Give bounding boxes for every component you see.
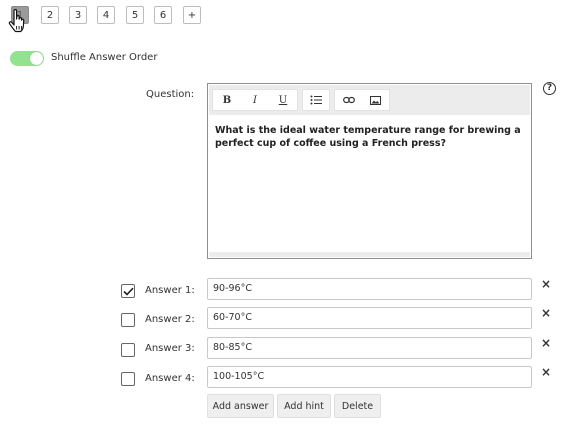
underline-button[interactable]: U [269, 90, 297, 110]
checkmark-icon [122, 287, 134, 296]
answer-2-correct-checkbox[interactable] [121, 313, 135, 327]
delete-answer-4-icon[interactable]: × [541, 366, 551, 378]
bullet-list-icon [310, 95, 322, 105]
delete-answer-1-icon[interactable]: × [541, 278, 551, 290]
answer-1-correct-checkbox[interactable] [121, 284, 135, 298]
answer-3-input[interactable]: 80-85°C [207, 337, 532, 359]
question-label: Question: [146, 89, 195, 100]
answer-4-correct-checkbox[interactable] [121, 372, 135, 386]
image-button[interactable] [362, 90, 389, 110]
link-icon [342, 96, 355, 104]
italic-button[interactable]: I [241, 90, 269, 110]
answer-2-label: Answer 2: [145, 314, 195, 325]
question-tab-3[interactable]: 3 [69, 6, 87, 24]
add-hint-button[interactable]: Add hint [277, 394, 331, 418]
answer-4-input[interactable]: 100-105°C [207, 366, 532, 388]
toggle-knob [30, 52, 43, 65]
add-answer-button[interactable]: Add answer [207, 394, 274, 418]
delete-answer-2-icon[interactable]: × [541, 307, 551, 319]
image-icon [370, 95, 381, 105]
editor-toolbar: B I U [209, 85, 530, 115]
bullet-list-button[interactable] [303, 90, 329, 110]
question-editor[interactable]: B I U What is the ideal water temperatur… [207, 83, 532, 259]
add-question-tab[interactable]: + [183, 6, 201, 24]
question-tab-6[interactable]: 6 [154, 6, 172, 24]
delete-button[interactable]: Delete [334, 394, 381, 418]
question-tab-2[interactable]: 2 [41, 6, 59, 24]
answer-3-correct-checkbox[interactable] [121, 343, 135, 357]
answer-4-label: Answer 4: [145, 373, 195, 384]
delete-answer-3-icon[interactable]: × [541, 337, 551, 349]
question-tab-5[interactable]: 5 [126, 6, 144, 24]
format-group: B I U [212, 89, 298, 111]
answer-3-label: Answer 3: [145, 343, 195, 354]
question-tab-4[interactable]: 4 [97, 6, 115, 24]
question-text[interactable]: What is the ideal water temperature rang… [215, 124, 521, 150]
shuffle-label: Shuffle Answer Order [51, 52, 158, 63]
list-group [302, 89, 330, 111]
help-icon[interactable]: ? [543, 82, 556, 95]
hand-cursor-icon [8, 9, 25, 33]
bold-button[interactable]: B [213, 90, 241, 110]
answer-2-input[interactable]: 60-70°C [207, 307, 532, 329]
answer-1-label: Answer 1: [145, 285, 195, 296]
shuffle-toggle[interactable] [10, 51, 44, 66]
link-button[interactable] [335, 90, 362, 110]
editor-statusbar [209, 252, 530, 257]
answer-1-input[interactable]: 90-96°C [207, 278, 532, 300]
insert-group [334, 89, 390, 111]
